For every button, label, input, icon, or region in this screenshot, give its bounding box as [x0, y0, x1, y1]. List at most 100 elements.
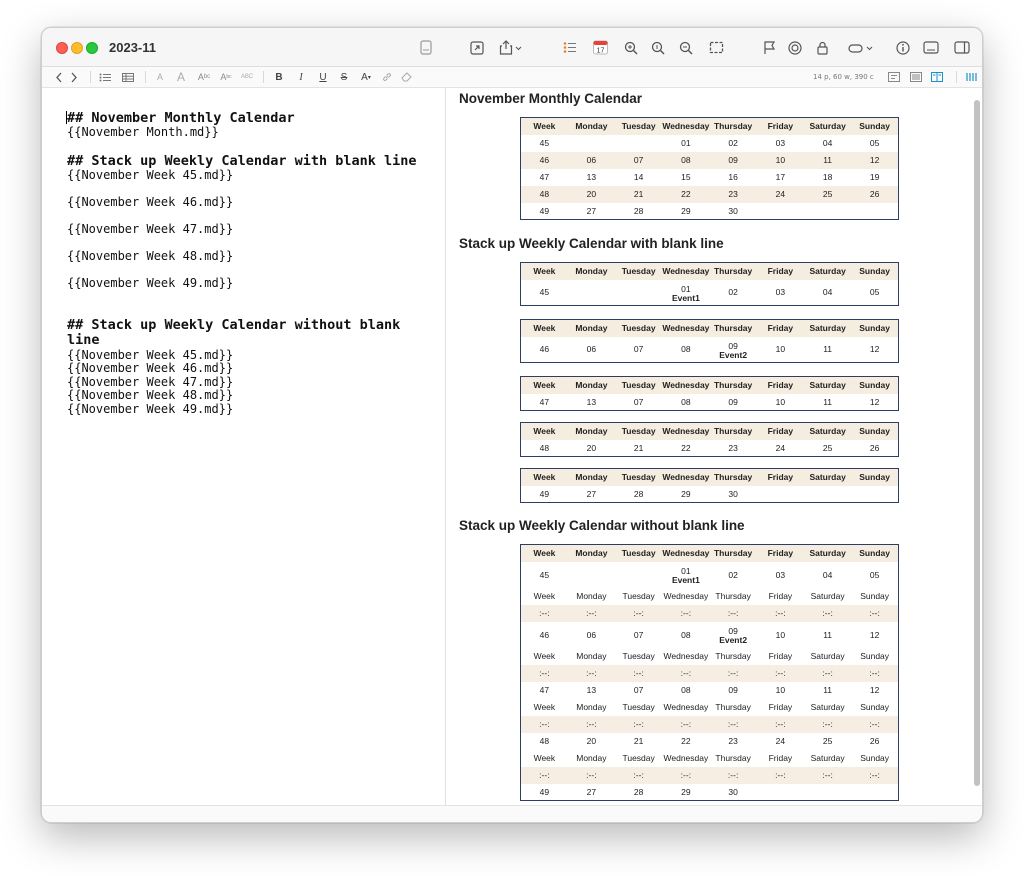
actual-size-icon[interactable]: [650, 39, 666, 56]
calendar-cell: 09: [709, 151, 757, 169]
formatting-toolbar: A A Abc Abc ABC B I U S A ▾ 14 p, 60 w, 3…: [42, 67, 982, 88]
italic-icon[interactable]: I: [296, 70, 306, 84]
column-header: Tuesday: [615, 117, 663, 135]
calendar-cell: 11: [823, 685, 833, 695]
sidebar-doc-icon[interactable]: [419, 39, 433, 56]
split-view-icon[interactable]: [930, 70, 944, 84]
calendar-cell: 10: [775, 396, 786, 407]
bold-icon[interactable]: B: [274, 70, 284, 84]
calendar-cell: 22: [681, 736, 691, 746]
column-header: Thursday: [709, 319, 757, 337]
calendar-cell: :--:: [756, 664, 804, 682]
lock-icon[interactable]: [815, 39, 829, 56]
tag-menu-icon[interactable]: [847, 39, 875, 56]
zoom-in-icon[interactable]: [623, 39, 639, 56]
info-icon[interactable]: [895, 39, 911, 56]
calendar-cell: 28: [633, 488, 644, 499]
calendar-cell: 02: [728, 138, 738, 148]
column-header: Monday: [567, 319, 615, 337]
separator-row: :--::--::--::--::--::--::--::--:: [520, 766, 899, 784]
open-external-icon[interactable]: [469, 39, 485, 56]
strikethrough-icon[interactable]: S: [338, 70, 350, 84]
calendar-cell: 27: [586, 488, 597, 499]
calendar-cell: 12: [869, 685, 880, 695]
calendar-cell: 01 Event1: [662, 280, 709, 306]
table-row: 45 01 Event1 02 03 04 05: [521, 280, 899, 306]
preview-view-icon[interactable]: [909, 70, 923, 84]
calendar-cell: Sunday: [860, 651, 890, 661]
toggle-right-panel-icon[interactable]: [953, 39, 971, 56]
editor-heading-with-blank: ## Stack up Weekly Calendar with blank l…: [67, 153, 417, 169]
table-row: 48 20 21 22 23 24 25 26: [520, 185, 899, 203]
calendar-cell: Sunday: [860, 591, 890, 601]
calendar-cell: 48: [539, 736, 550, 746]
zoom-window-button[interactable]: [86, 42, 98, 54]
markdown-editor[interactable]: ## November Monthly Calendar {{November …: [42, 88, 446, 805]
bullet-list-icon[interactable]: [98, 70, 112, 84]
target-icon[interactable]: [787, 39, 803, 56]
calendar-cell: 29: [681, 786, 691, 797]
minimize-window-button[interactable]: [71, 42, 83, 54]
superscript-icon[interactable]: Abc: [219, 70, 233, 84]
column-header: Thursday: [709, 544, 757, 562]
back-icon[interactable]: [53, 70, 65, 84]
column-header: Wednesday: [662, 117, 710, 135]
highlight-icon[interactable]: A ▾: [358, 70, 374, 84]
editor-line: {{November Week 48.md}}: [67, 388, 234, 402]
flag-icon[interactable]: [761, 39, 777, 56]
calendar-cell: [851, 784, 898, 801]
editor-line: {{November Week 46.md}}: [67, 361, 234, 375]
table-row: 49 27 28 29 30: [521, 203, 899, 220]
calendar-cell: 25: [822, 442, 833, 453]
calendar-cell: Friday: [768, 651, 793, 661]
calendar-cell: 45: [539, 287, 550, 298]
column-header: Saturday: [804, 544, 852, 562]
forward-icon[interactable]: [68, 70, 80, 84]
column-header: Friday: [756, 544, 804, 562]
calendar-cell: 48: [539, 442, 550, 453]
calendar-cell: Week: [533, 651, 556, 661]
calendar-cell: 25: [822, 736, 833, 746]
preview-scrollbar[interactable]: [974, 100, 980, 786]
list-icon[interactable]: [562, 39, 578, 56]
calendar-cell: 46: [539, 629, 550, 640]
share-icon[interactable]: [498, 39, 524, 56]
table-icon[interactable]: [121, 70, 135, 84]
editor-view-icon[interactable]: [887, 70, 901, 84]
crop-icon[interactable]: [708, 39, 724, 56]
small-caps-icon[interactable]: ABC: [240, 70, 254, 84]
editor-heading-monthly: ## November Monthly Calendar: [67, 110, 295, 126]
toggle-bottom-panel-icon[interactable]: [922, 39, 940, 56]
case-icon[interactable]: Abc: [196, 70, 212, 84]
clear-format-icon[interactable]: [400, 70, 412, 84]
calendar-cell: 09 Event2: [710, 622, 757, 648]
separator-row: :--::--::--::--::--::--::--::--:: [520, 664, 899, 682]
close-window-button[interactable]: [56, 42, 68, 54]
calendar-cell: Tuesday: [622, 651, 655, 661]
calendar-cell: :--:: [520, 766, 568, 784]
underline-icon[interactable]: U: [318, 70, 328, 84]
calendar-cell: 12: [869, 629, 880, 640]
zoom-out-icon[interactable]: [678, 39, 694, 56]
column-header: Week: [520, 319, 568, 337]
font-smaller-icon[interactable]: A: [154, 70, 166, 84]
repeated-header-row: Week Monday Tuesday Wednesday Thursday Friday…: [521, 699, 899, 716]
svg-text:17: 17: [596, 48, 604, 55]
calendar-cell: Wednesday: [663, 702, 709, 712]
calendar-cell: 04: [822, 569, 833, 580]
calendar-cell: [757, 784, 804, 801]
column-header: Thursday: [709, 422, 757, 440]
columns-icon[interactable]: [964, 70, 978, 84]
calendar-cell: 28: [633, 205, 644, 216]
table-row: 48 20 21 22 23 24 25 26: [521, 733, 899, 750]
calendar-icon[interactable]: 17: [592, 39, 608, 56]
link-icon[interactable]: [381, 70, 393, 84]
calendar-cell: 17: [775, 172, 786, 182]
calendar-cell: 21: [615, 185, 663, 203]
calendar-cell: Saturday: [810, 591, 845, 601]
calendar-cell: 10: [775, 629, 786, 640]
font-larger-icon[interactable]: A: [175, 70, 187, 84]
separator-row: :--::--::--::--::--::--::--::--:: [520, 715, 899, 733]
markdown-preview[interactable]: November Monthly Calendar Week Monday Tues…: [447, 88, 982, 805]
calendar-cell: Saturday: [810, 651, 845, 661]
